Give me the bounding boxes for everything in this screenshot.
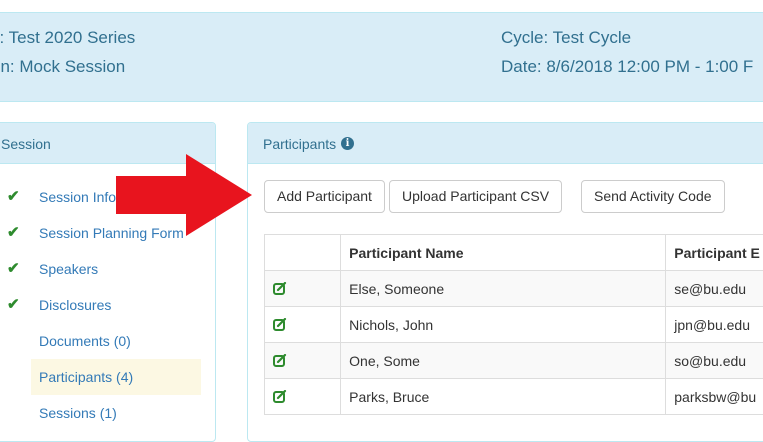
session-text: on: Mock Session [0,57,125,77]
participant-name-cell: Parks, Bruce [341,379,666,415]
edit-icon[interactable] [273,390,287,404]
sidebar-item-label: Disclosures [39,297,111,313]
checkmark-icon: ✔ [7,295,20,313]
checkmark-icon: ✔ [7,223,20,241]
participant-name-cell: One, Some [341,343,666,379]
row-actions-cell [265,343,341,379]
participant-name-cell: Else, Someone [341,271,666,307]
upload-participant-csv-button[interactable]: Upload Participant CSV [389,180,562,213]
send-activity-code-button[interactable]: Send Activity Code [581,180,725,213]
row-actions-cell [265,271,341,307]
table-row: Nichols, Johnjpn@bu.edu [265,307,763,343]
participants-title: Participants [263,136,336,152]
add-participant-button[interactable]: Add Participant [264,180,385,213]
participant-name-cell: Nichols, John [341,307,666,343]
sidebar-item-label: Speakers [39,261,98,277]
edit-icon[interactable] [273,354,287,368]
sidebar-item-label: Sessions (1) [39,405,117,421]
column-header-participant-email[interactable]: Participant E [666,235,763,271]
sidebar-item-speakers[interactable]: Speakers [31,251,201,287]
checkmark-icon: ✔ [7,187,20,205]
column-header-participant-name[interactable]: Participant Name [341,235,666,271]
table-header-row: Participant Name Participant E [265,235,763,271]
info-circle-icon[interactable]: i [341,137,354,150]
participant-email-cell: se@bu.edu [666,271,763,307]
table-row: One, Someso@bu.edu [265,343,763,379]
participant-email-cell: parksbw@bu [666,379,763,415]
sidebar-item-label: Documents (0) [39,333,131,349]
row-actions-cell [265,379,341,415]
participants-panel: Participants i Add Participant Upload Pa… [247,122,763,442]
table-row: Else, Someonese@bu.edu [265,271,763,307]
sidebar-item-participants[interactable]: Participants (4) [31,359,201,395]
cycle-text: Cycle: Test Cycle [501,28,631,48]
participants-table: Participant Name Participant E Else, Som… [264,234,763,415]
sidebar-item-sessions[interactable]: Sessions (1) [31,395,201,431]
participants-header: Participants i [248,123,763,164]
sidebar-item-label: Session Info [39,189,116,205]
row-actions-cell [265,307,341,343]
table-row: Parks, Bruceparksbw@bu [265,379,763,415]
red-arrow-annotation [116,154,256,236]
edit-icon[interactable] [273,318,287,332]
date-text: Date: 8/6/2018 12:00 PM - 1:00 F [501,57,753,77]
participant-email-cell: so@bu.edu [666,343,763,379]
sidebar-item-label: Participants (4) [39,369,133,385]
checkmark-icon: ✔ [7,259,20,277]
participant-email-cell: jpn@bu.edu [666,307,763,343]
series-text: s: Test 2020 Series [0,28,135,48]
sidebar-title: Session [1,136,51,152]
sidebar-item-disclosures[interactable]: Disclosures [31,287,201,323]
session-info-banner: s: Test 2020 Series on: Mock Session Cyc… [0,12,763,102]
edit-icon[interactable] [273,282,287,296]
column-header-actions [265,235,341,271]
sidebar-item-documents[interactable]: Documents (0) [31,323,201,359]
